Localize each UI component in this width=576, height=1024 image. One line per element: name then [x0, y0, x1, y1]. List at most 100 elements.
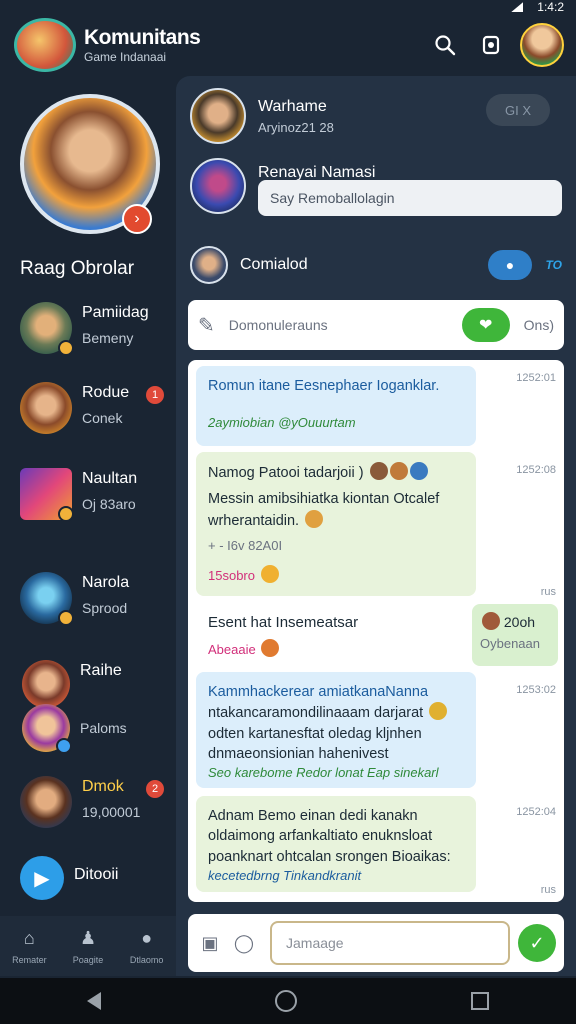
- avatar: [20, 302, 74, 356]
- profile-avatar[interactable]: [520, 23, 564, 67]
- status-dot: [58, 610, 74, 626]
- avatar: [20, 468, 74, 522]
- message-input[interactable]: Jamaage: [270, 921, 510, 965]
- toggle-switch[interactable]: ●: [488, 250, 532, 280]
- toggle-label: TO: [545, 258, 562, 272]
- status-bar: 1:4:2: [0, 0, 576, 14]
- message-text: ntakancaramondilinaaam darjarat: [208, 705, 424, 722]
- avatar: [190, 158, 246, 214]
- reply-card[interactable]: 20oh Oybenaan: [472, 604, 558, 666]
- message-text: Messin amibsihiatka kiontan Otcalef: [208, 491, 440, 508]
- sidebar-item-ditooii[interactable]: ▶ Ditooii: [20, 856, 170, 900]
- sidebar-item-rodue[interactable]: Rodue Conek 1: [20, 382, 170, 434]
- avatar: [22, 704, 72, 754]
- brand: Komunitans Game Indanaai: [84, 26, 416, 64]
- message-text: odten kartanesftat oledag kljnhen: [208, 725, 422, 742]
- home-icon: ⌂: [23, 927, 35, 948]
- tab-dtlaomo[interactable]: ● Dtlaomo: [117, 916, 176, 976]
- message-time: 1252:08: [516, 464, 556, 476]
- message-plain: Esent hat Insemeatsar Abeaaie: [208, 614, 358, 657]
- sidebar-item-narola[interactable]: Narola Sprood: [20, 572, 170, 626]
- message-sub: Abeaaie: [208, 642, 256, 657]
- message-time: 1252:01: [516, 372, 556, 384]
- message-text: Esent hat Insemeatsar: [208, 614, 359, 631]
- tab-remater[interactable]: ⌂ Remater: [0, 916, 59, 976]
- message-sub: kecetedbrng Tinkandkranit: [208, 867, 362, 883]
- message-text: poanknart ohtcalan srongen Bioaikas:: [208, 848, 451, 865]
- sidebar-item-raihe[interactable]: Raihe: [20, 660, 170, 708]
- message-sub: 2aymiobian @yOuuurtam: [208, 415, 356, 431]
- emoji-icon: [260, 565, 279, 584]
- message-time: 1253:02: [516, 684, 556, 696]
- message-status: rus: [540, 884, 556, 896]
- heart-button[interactable]: ❤: [461, 308, 510, 342]
- settings-icon[interactable]: [474, 28, 508, 62]
- avatar: [20, 776, 72, 828]
- reply-title-line: 20oh: [480, 612, 550, 630]
- message-sub: Seo karebome Redor lonat Eap sinekarl: [208, 765, 439, 781]
- sidebar-item-pamiidag[interactable]: Pamiidag Bemeny: [20, 302, 170, 356]
- sidebar-item-name: Rodue: [82, 384, 130, 401]
- send-button[interactable]: ✓: [518, 924, 556, 962]
- tab-poagite[interactable]: ♟ Poagite: [59, 916, 118, 976]
- tab-label: Poagite: [72, 954, 104, 965]
- message-text: oldaimong arfankaltiato enuknsloat: [208, 828, 433, 845]
- search-bar[interactable]: ✎ Domonulerauns ❤ Ons): [188, 300, 564, 350]
- message-line: ntakancaramondilinaaam darjarat: [208, 702, 464, 723]
- emoji-icon: [429, 702, 448, 721]
- attachment-icon[interactable]: ▣: [196, 929, 224, 957]
- message-bubble: Kammhackerear amiatkanaNanna ntakancaram…: [196, 672, 476, 788]
- emoji-icon: [305, 509, 324, 528]
- sidebar-item-name: Narola: [82, 574, 130, 591]
- sidebar-item-dmok[interactable]: Dmok 19,00001 2: [20, 776, 170, 828]
- contact-warhame[interactable]: Warhame Aryinoz21 28: [190, 88, 334, 144]
- sidebar-item-sub: Conek: [82, 410, 123, 426]
- signal-icon: [511, 2, 524, 12]
- close-button[interactable]: GI X: [486, 94, 550, 126]
- search-tail: Ons): [523, 317, 554, 333]
- app-header: Komunitans Game Indanaai: [0, 14, 576, 76]
- sidebar-item-sub: Bemeny: [82, 330, 134, 346]
- chat-panel: Warhame Aryinoz21 28 GI X Renayai Namasi…: [176, 76, 576, 976]
- sidebar-item-naultan[interactable]: Naultan Oj 83aro: [20, 468, 170, 522]
- message-bubble: Romun itane Eesnephaer Ioganklar. 2aymio…: [196, 366, 476, 446]
- search-placeholder: Domonulerauns: [228, 317, 328, 333]
- message-bubble: Adnam Bemo einan dedi kanakn oldaimong a…: [196, 796, 476, 892]
- sidebar-title: Raag Obrolar: [20, 258, 135, 279]
- say-input[interactable]: Say Remoballolagin: [258, 180, 562, 216]
- message-text: Romun itane Eesnephaer Ioganklar.: [208, 378, 440, 394]
- home-icon[interactable]: [275, 990, 297, 1012]
- user-icon: ♟: [79, 927, 97, 948]
- system-nav-bar: [0, 978, 576, 1024]
- unread-badge: 2: [146, 780, 164, 798]
- sidebar-item-paloms[interactable]: Paloms: [20, 704, 170, 754]
- app-subtitle: Game Indanaai: [84, 50, 167, 64]
- emoji-icon: [409, 462, 428, 480]
- message-status: rus: [540, 586, 556, 598]
- chat-icon: ●: [141, 927, 153, 948]
- back-icon[interactable]: [87, 992, 101, 1010]
- play-icon[interactable]: ▶: [20, 856, 64, 900]
- composer: ▣ ◯ Jamaage ✓: [188, 914, 564, 972]
- recents-icon[interactable]: [471, 992, 489, 1010]
- status-dot: [58, 506, 74, 522]
- reply-title: 20oh: [503, 614, 536, 630]
- message-text: wrherantaidin.: [208, 512, 300, 529]
- message-line: wrherantaidin.: [208, 509, 464, 531]
- message-line: Namog Patooi tadarjoii ): [208, 462, 464, 483]
- bottom-tabs: ⌂ Remater ♟ Poagite ● Dtlaomo: [0, 916, 176, 976]
- tab-label: Dtlaomo: [129, 954, 164, 965]
- message-meta: + - I6v 82A0I: [208, 537, 283, 553]
- contact-comialod[interactable]: Comialod: [190, 246, 308, 284]
- chevron-right-icon[interactable]: ›: [122, 204, 152, 234]
- sidebar-item-name: Dmok: [82, 778, 124, 795]
- status-time: 1:4:2: [537, 0, 564, 14]
- message-sub-line: Abeaaie: [208, 639, 358, 657]
- sidebar-item-sub: Sprood: [82, 600, 128, 616]
- emoji-icon: [369, 462, 388, 480]
- emoji-icon[interactable]: ◯: [230, 929, 258, 957]
- message-text: dnmaeonsionian hahenivest: [208, 745, 389, 762]
- message-text: Namog Patooi tadarjoii ): [208, 465, 364, 481]
- search-icon[interactable]: [428, 28, 462, 62]
- message-time: 1252:04: [516, 806, 556, 818]
